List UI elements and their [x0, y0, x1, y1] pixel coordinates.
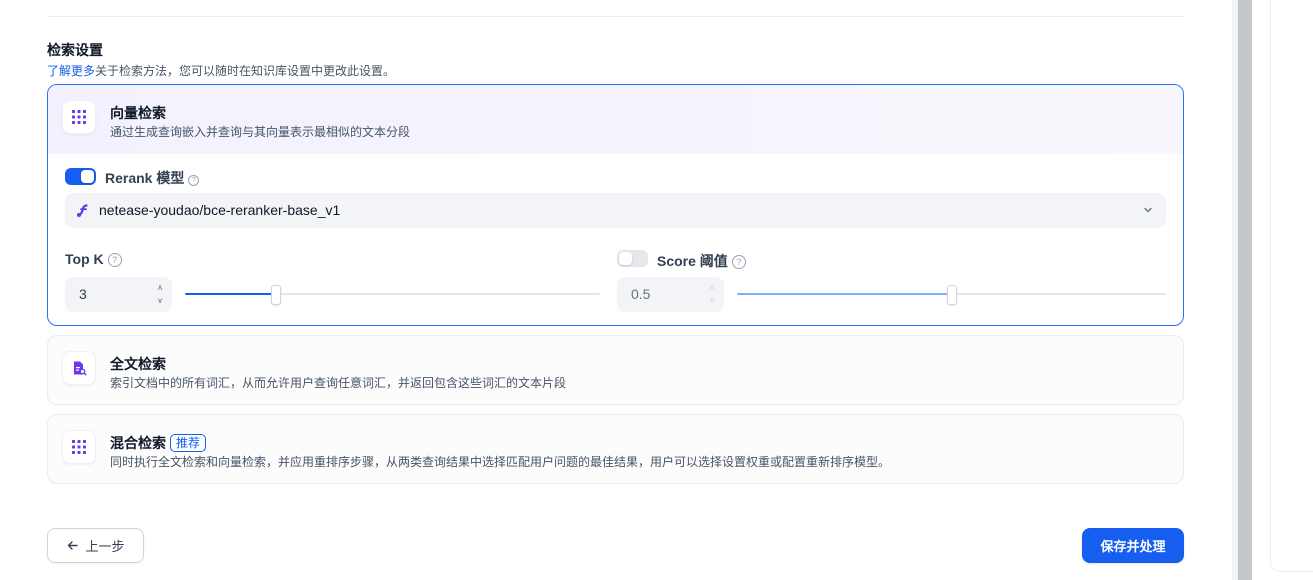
topk-label: Top K? — [65, 251, 122, 267]
slider-thumb[interactable] — [946, 285, 957, 305]
score-stepper: ∧ ∨ — [706, 282, 718, 307]
score-threshold-label-text: Score 阈值 — [657, 253, 728, 269]
score-threshold-slider[interactable] — [737, 285, 1166, 305]
slider-fill — [737, 293, 952, 295]
score-threshold-value: 0.5 — [631, 286, 651, 302]
fulltext-search-card[interactable]: 全文检索 索引文档中的所有词汇，从而允许用户查询任意词汇，并返回包含这些词汇的文… — [47, 335, 1184, 405]
topk-stepper: ∧ ∨ — [154, 282, 166, 307]
hybrid-search-title-text: 混合检索 — [110, 435, 166, 451]
learn-more-link[interactable]: 了解更多 — [47, 64, 95, 78]
score-toggle-knob — [619, 252, 632, 265]
chevron-up-icon[interactable]: ∧ — [706, 282, 718, 293]
chevron-down-icon — [1144, 207, 1152, 213]
document-search-icon — [62, 351, 96, 385]
chevron-up-icon[interactable]: ∧ — [154, 282, 166, 293]
slider-fill — [185, 293, 277, 295]
score-threshold-input[interactable]: 0.5 ∧ ∨ — [617, 277, 724, 312]
fulltext-search-title: 全文检索 — [110, 356, 166, 372]
back-button[interactable]: 上一步 — [47, 528, 144, 563]
recommended-badge: 推荐 — [170, 434, 207, 452]
grid-dots-icon — [62, 100, 96, 134]
vector-search-card[interactable]: 向量检索 通过生成查询嵌入并查询与其向量表示最相似的文本分段 Rerank 模型… — [47, 84, 1184, 326]
right-panel — [1270, 0, 1313, 572]
topk-value: 3 — [79, 286, 87, 302]
section-subtitle: 了解更多关于检索方法，您可以随时在知识库设置中更改此设置。 — [47, 62, 395, 79]
hybrid-search-card[interactable]: 混合检索 推荐 同时执行全文检索和向量检索，并应用重排序步骤，从两类查询结果中选择… — [47, 414, 1184, 484]
section-title: 检索设置 — [47, 42, 103, 58]
chevron-down-icon[interactable]: ∨ — [706, 295, 718, 306]
rerank-label-text: Rerank 模型 — [105, 170, 185, 186]
topk-slider[interactable] — [185, 285, 600, 305]
rerank-toggle-knob — [81, 170, 94, 183]
grid-dots-icon — [62, 430, 96, 464]
score-threshold-toggle[interactable] — [617, 250, 648, 267]
fulltext-search-desc: 索引文档中的所有词汇，从而允许用户查询任意词汇，并返回包含这些词汇的文本片段 — [110, 376, 567, 390]
vector-search-title: 向量检索 — [110, 105, 166, 121]
scrollbar[interactable] — [1238, 0, 1252, 580]
rerank-toggle[interactable] — [65, 168, 96, 185]
score-threshold-label: Score 阈值? — [657, 251, 746, 271]
vector-search-desc: 通过生成查询嵌入并查询与其向量表示最相似的文本分段 — [110, 125, 411, 139]
save-and-process-button[interactable]: 保存并处理 — [1082, 528, 1184, 563]
model-provider-icon — [77, 204, 88, 217]
topk-label-text: Top K — [65, 251, 104, 267]
chevron-down-icon[interactable]: ∨ — [154, 295, 166, 306]
top-divider — [47, 16, 1184, 17]
section-subtitle-text: 关于检索方法，您可以随时在知识库设置中更改此设置。 — [95, 64, 396, 78]
vector-search-header[interactable]: 向量检索 通过生成查询嵌入并查询与其向量表示最相似的文本分段 — [48, 85, 1183, 154]
rerank-model-select[interactable]: netease-youdao/bce-reranker-base_v1 — [65, 193, 1166, 228]
hybrid-search-desc: 同时执行全文检索和向量检索，并应用重排序步骤，从两类查询结果中选择匹配用户问题的… — [110, 455, 891, 469]
topk-input[interactable]: 3 ∧ ∨ — [65, 277, 172, 312]
help-icon[interactable]: ? — [107, 253, 122, 267]
back-button-label: 上一步 — [85, 539, 125, 554]
rerank-label: Rerank 模型? — [105, 168, 200, 188]
help-icon[interactable]: ? — [188, 175, 200, 186]
arrow-left-icon — [68, 541, 79, 550]
hybrid-search-title: 混合检索 推荐 — [110, 433, 207, 453]
slider-thumb[interactable] — [271, 285, 282, 305]
help-icon[interactable]: ? — [731, 255, 746, 269]
rerank-model-name: netease-youdao/bce-reranker-base_v1 — [99, 202, 341, 218]
